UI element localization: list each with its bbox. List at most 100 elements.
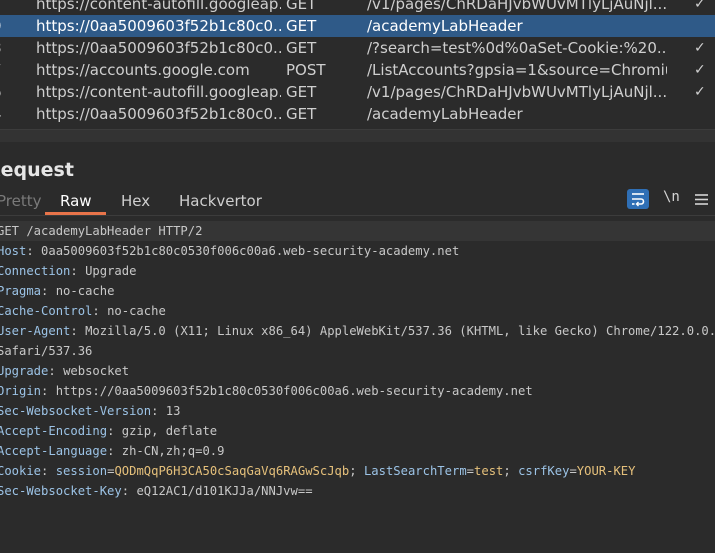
http-history-table: https://content-autofill.googleap... GET /…: [0, 0, 715, 129]
request-line-text: GET /academyLabHeader HTTP/2: [0, 224, 203, 238]
cookie-separator: ;: [349, 464, 364, 478]
row-host: https://0aa5009603f52b1c80c0...: [36, 105, 281, 123]
table-row[interactable]: 8 https://0aa5009603f52b1c80c0... GET /?sea…: [0, 37, 715, 59]
wrap-lines-button[interactable]: [627, 189, 649, 209]
header-separator: :: [41, 284, 56, 298]
cookie-header-line: Cookie: session = QODmQqP6H3CA50cSaqGaVq6R…: [0, 461, 635, 481]
header-value: Upgrade: [85, 264, 137, 278]
header-separator: :: [121, 484, 137, 498]
header-line: Pragma: no-cache: [0, 281, 114, 301]
cookie-name: session: [55, 464, 108, 478]
row-host: https://0aa5009603f52b1c80c0...: [36, 39, 281, 57]
header-name: User-Agent: [0, 324, 71, 338]
header-separator: :: [92, 304, 108, 318]
request-panel: Request Pretty Raw Hex Hackvertor \n GET…: [0, 142, 715, 553]
row-method: POST: [286, 61, 326, 79]
header-separator: :: [107, 444, 122, 458]
header-value: zh-CN,zh;q=0.9: [121, 444, 225, 458]
header-separator: :: [70, 324, 86, 338]
tab-pretty[interactable]: Pretty: [0, 192, 42, 210]
cookie-name: csrfKey: [518, 464, 570, 478]
row-host: https://content-autofill.googleap...: [36, 83, 281, 101]
row-url: /academyLabHeader: [367, 17, 523, 35]
cookie-name: LastSearchTerm: [363, 464, 467, 478]
row-number: 4: [0, 103, 12, 125]
tab-hackvertor[interactable]: Hackvertor: [179, 192, 262, 210]
header-line: Safari/537.36: [0, 341, 92, 361]
request-panel-title: Request: [0, 159, 74, 181]
header-separator: :: [41, 384, 56, 398]
hamburger-menu-icon[interactable]: [695, 191, 708, 205]
cookie-equals: =: [466, 464, 475, 478]
row-url: /ListAccounts?gpsia=1&source=Chromiu...: [367, 61, 667, 79]
header-separator: :: [107, 424, 122, 438]
header-value: no-cache: [107, 304, 166, 318]
header-line: Cache-Control: no-cache: [0, 301, 166, 321]
header-name: Connection: [0, 264, 71, 278]
header-line: Host: 0aa5009603f52b1c80c0530f006c00a6.w…: [0, 241, 459, 261]
header-value: 0aa5009603f52b1c80c0530f006c00a6.web-sec…: [41, 244, 460, 258]
header-value: eQ12AC1/d101KJJa/NNJvw==: [136, 484, 313, 498]
header-line: Upgrade: websocket: [0, 361, 129, 381]
header-separator: :: [41, 464, 56, 478]
table-row[interactable]: https://content-autofill.googleap... GET /…: [0, 0, 715, 15]
cookie-value: test: [474, 464, 504, 478]
row-host: https://accounts.google.com: [36, 61, 250, 79]
row-number: 6: [0, 81, 12, 103]
row-url: /?search=test%0d%0aSet-Cookie:%20...: [367, 39, 667, 57]
header-name: Accept-Language: [0, 444, 108, 458]
header-name: Cookie: [0, 464, 42, 478]
header-separator: :: [70, 264, 86, 278]
wrap-lines-icon: [632, 193, 645, 207]
row-number: 9: [0, 15, 12, 37]
header-value: gzip, deflate: [121, 424, 218, 438]
header-line: User-Agent: Mozilla/5.0 (X11; Linux x86_…: [0, 321, 715, 341]
header-separator: :: [48, 364, 64, 378]
header-value: Mozilla/5.0 (X11; Linux x86_64) AppleWeb…: [85, 324, 715, 338]
row-method: GET: [286, 105, 317, 123]
raw-request-editor[interactable]: GET /academyLabHeader HTTP/2 Host: 0aa500…: [0, 216, 715, 553]
row-method: GET: [286, 0, 317, 13]
header-value: 13: [165, 404, 181, 418]
row-method: GET: [286, 83, 317, 101]
header-name: Sec-Websocket-Version: [0, 404, 152, 418]
panel-splitter[interactable]: [0, 129, 715, 143]
row-host: https://0aa5009603f52b1c80c0...: [36, 17, 281, 35]
tab-hex[interactable]: Hex: [121, 192, 150, 210]
header-separator: :: [151, 404, 166, 418]
table-row[interactable]: 7 https://accounts.google.com POST/ListAcc…: [0, 59, 715, 81]
header-name: Origin: [0, 384, 42, 398]
header-value: https://0aa5009603f52b1c80c0530f006c00a6…: [55, 384, 533, 398]
cookie-value: YOUR-KEY: [576, 464, 636, 478]
header-name: Host: [0, 244, 27, 258]
header-line: Accept-Encoding: gzip, deflate: [0, 421, 217, 441]
table-row[interactable]: 6 https://content-autofill.googleap... GET…: [0, 81, 715, 103]
row-number: 7: [0, 59, 12, 81]
header-name: Accept-Encoding: [0, 424, 108, 438]
request-line: GET /academyLabHeader HTTP/2: [0, 221, 715, 241]
header-value: websocket: [63, 364, 130, 378]
tab-raw[interactable]: Raw: [60, 192, 92, 210]
row-url: /v1/pages/ChRDaHJvbWUvMTlyLjAuNjl...: [367, 83, 667, 101]
header-name: Sec-Websocket-Key: [0, 484, 122, 498]
header-name: Pragma: [0, 284, 42, 298]
header-line: Connection: Upgrade: [0, 261, 136, 281]
row-in-scope-check: ✓: [694, 0, 706, 12]
header-value: Safari/537.36: [0, 344, 93, 358]
header-line: Sec-Websocket-Key: eQ12AC1/d101KJJa/NNJv…: [0, 481, 313, 501]
show-newlines-button[interactable]: \n: [663, 189, 680, 205]
header-name: Upgrade: [0, 364, 49, 378]
table-row[interactable]: 9 https://0aa5009603f52b1c80c0... GET/acad…: [0, 15, 715, 37]
row-in-scope-check: ✓: [694, 84, 706, 100]
row-in-scope-check: ✓: [694, 62, 706, 78]
header-name: Cache-Control: [0, 304, 93, 318]
cookie-value: QODmQqP6H3CA50cSaqGaVq6RAGwScJqb: [114, 464, 350, 478]
table-row[interactable]: 4 https://0aa5009603f52b1c80c0... GET/acad…: [0, 103, 715, 125]
header-line: Accept-Language: zh-CN,zh;q=0.9: [0, 441, 224, 461]
row-host: https://content-autofill.googleap...: [36, 0, 281, 13]
row-method: GET: [286, 39, 317, 57]
header-value: no-cache: [55, 284, 115, 298]
row-url: /v1/pages/ChRDaHJvbWUvMTlyLjAuNjl...: [367, 0, 667, 13]
cookie-equals: =: [569, 464, 577, 478]
cookie-separator: ;: [503, 464, 519, 478]
